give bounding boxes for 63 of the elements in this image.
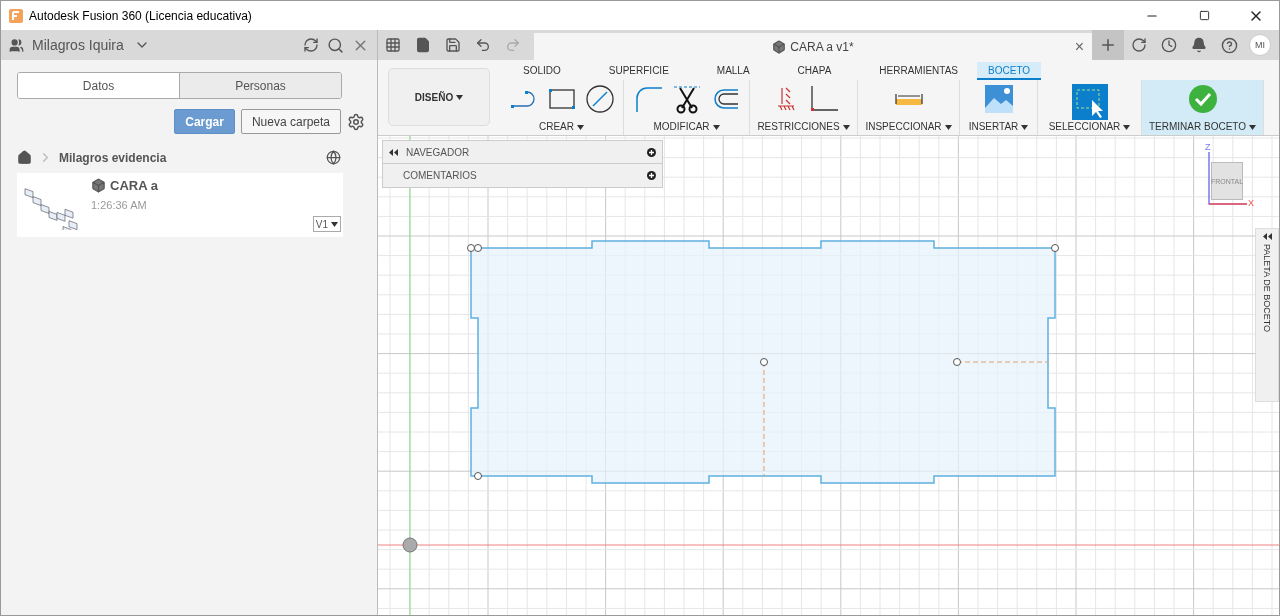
ribbon-tab[interactable]: HERRAMIENTAS: [868, 62, 970, 80]
tool-group-menu[interactable]: TERMINAR BOCETO: [1148, 121, 1256, 132]
caret-icon: [944, 124, 952, 130]
tool-group-menu[interactable]: RESTRICCIONES: [757, 121, 850, 132]
tool-group-menu[interactable]: INSERTAR: [968, 121, 1029, 132]
data-tab[interactable]: Datos: [18, 73, 180, 98]
tool-group-menu[interactable]: CREAR: [539, 121, 584, 132]
refresh-icon[interactable]: [303, 37, 319, 53]
add-circle-icon[interactable]: [647, 171, 656, 180]
app-logo-icon: [9, 8, 23, 23]
tool-group-menu[interactable]: SELECCIONAR: [1048, 121, 1131, 132]
globe-icon[interactable]: [326, 150, 341, 165]
search-icon[interactable]: [327, 36, 344, 54]
data-tab[interactable]: Personas: [180, 73, 341, 98]
ribbon-tab[interactable]: BOCETO: [977, 62, 1042, 80]
document-tab[interactable]: CARA a v1* ×: [534, 33, 1092, 60]
caret-icon: [577, 124, 584, 130]
file-time: 1:26:36 AM: [91, 199, 148, 211]
file-card[interactable]: CARA a 1:26:36 AM V1: [17, 173, 343, 237]
home-icon[interactable]: [17, 150, 32, 165]
scissors-icon[interactable]: [671, 84, 702, 114]
caret-icon: [842, 124, 850, 130]
z-axis-label: Z: [1205, 142, 1211, 152]
settings-icon[interactable]: [347, 112, 365, 131]
tool-group-menu[interactable]: MODIFICAR: [653, 121, 720, 132]
collapse-icon[interactable]: [389, 148, 398, 156]
file-name: CARA a: [91, 178, 158, 193]
tool-group-menu[interactable]: INSPECCIONAR: [865, 121, 952, 132]
maximize-icon[interactable]: [1198, 10, 1210, 21]
palette-label: PALETA DE BOCETO: [1262, 244, 1272, 333]
team-icon[interactable]: [9, 37, 24, 53]
circle-icon[interactable]: [584, 84, 615, 114]
ribbon-tab[interactable]: MALLA: [705, 62, 761, 80]
x-axis-label: X: [1248, 198, 1254, 208]
caret-icon: [331, 222, 338, 228]
cube-icon: [772, 39, 787, 54]
new-folder-button[interactable]: Nueva carpeta: [240, 109, 341, 134]
ribbon-tab[interactable]: CHAPA: [786, 62, 843, 80]
version-dropdown[interactable]: V1: [312, 216, 341, 232]
cube-icon: [91, 178, 106, 193]
add-circle-icon[interactable]: [647, 147, 656, 157]
ribbon-tab[interactable]: SUPERFICIE: [597, 62, 680, 80]
ribbon-tab[interactable]: SOLIDO: [512, 62, 572, 80]
user-avatar[interactable]: MI: [1249, 34, 1271, 56]
window-title: Autodesk Fusion 360 (Licencia educativa): [29, 8, 253, 23]
caret-icon: [1123, 124, 1131, 130]
fillet-icon[interactable]: [633, 84, 664, 114]
caret-icon: [1021, 124, 1029, 130]
sketch-palette-tab[interactable]: PALETA DE BOCETO: [1255, 228, 1279, 402]
breadcrumb-folder[interactable]: Milagros evidencia: [59, 150, 320, 165]
image-icon[interactable]: [983, 84, 1014, 114]
new-tab-icon[interactable]: [1092, 30, 1124, 60]
caret-icon: [712, 124, 720, 130]
caret-icon: [456, 95, 464, 101]
expand-icon[interactable]: [1262, 233, 1272, 240]
browser-section[interactable]: NAVEGADOR: [406, 146, 639, 158]
select-icon[interactable]: [1071, 84, 1108, 120]
caret-icon: [1249, 124, 1256, 130]
browser-section[interactable]: COMENTARIOS: [389, 170, 639, 181]
tab-close-button[interactable]: ×: [1074, 37, 1084, 56]
workspace-dropdown[interactable]: DISEÑO: [388, 68, 490, 126]
document-title: CARA a v1*: [772, 39, 854, 54]
check-icon[interactable]: [1187, 84, 1218, 114]
